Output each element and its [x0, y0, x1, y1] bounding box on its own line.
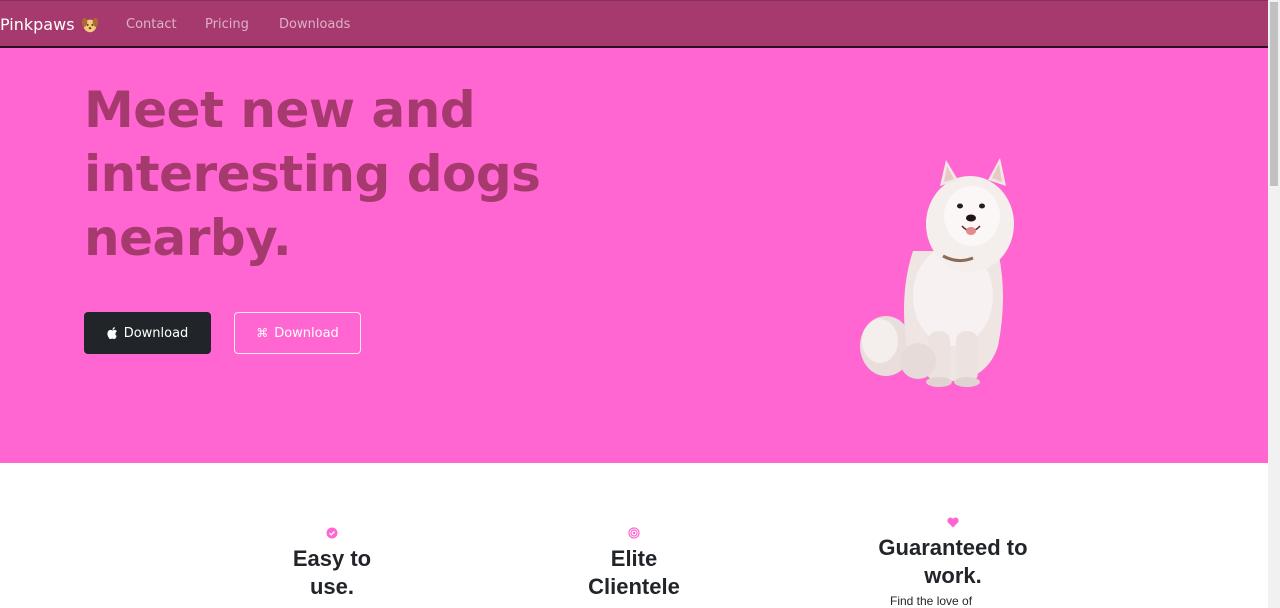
feature-title-guaranteed: Guaranteed to work. — [878, 535, 1028, 588]
check-circle-icon — [326, 527, 338, 539]
dog-face-icon — [81, 17, 98, 32]
feature-elite: Elite Clientele — [570, 527, 698, 601]
feature-title-easy: Easy to use. — [292, 546, 372, 599]
feature-easy: Easy to use. — [272, 527, 392, 601]
page: Pinkpaws Contact Pricing Downloads Meet … — [0, 0, 1268, 608]
feature-guaranteed: Guaranteed to work. Find the love of — [878, 517, 1028, 608]
hero-title: Meet new and interesting dogs nearby. — [84, 81, 541, 267]
navbar: Pinkpaws Contact Pricing Downloads — [0, 0, 1268, 48]
command-icon: ⌘ — [256, 326, 269, 340]
dog-image — [860, 158, 1014, 387]
download-apple-button[interactable]: Download — [84, 312, 211, 354]
nav-link-pricing[interactable]: Pricing — [205, 17, 249, 32]
brand-link[interactable]: Pinkpaws — [0, 15, 99, 34]
feature-title-elite: Elite Clientele — [588, 546, 680, 599]
heart-icon — [947, 517, 959, 528]
feature-text-guaranteed: Find the love of — [890, 594, 973, 608]
features-section: Easy to use. Elite Clientele Guaranteed … — [0, 463, 1268, 608]
bullseye-icon — [628, 527, 640, 539]
apple-icon — [107, 327, 117, 339]
hero-section: Meet new and interesting dogs nearby. Do… — [0, 48, 1268, 463]
vertical-scrollbar[interactable] — [1268, 0, 1280, 608]
scrollbar-thumb[interactable] — [1270, 2, 1278, 186]
nav-link-downloads[interactable]: Downloads — [279, 17, 350, 32]
brand-name: Pinkpaws — [0, 15, 75, 34]
download-other-button[interactable]: ⌘ Download — [234, 312, 361, 354]
download-apple-label: Download — [123, 325, 189, 341]
download-other-label: Download — [274, 325, 339, 341]
nav-link-contact[interactable]: Contact — [126, 17, 177, 32]
